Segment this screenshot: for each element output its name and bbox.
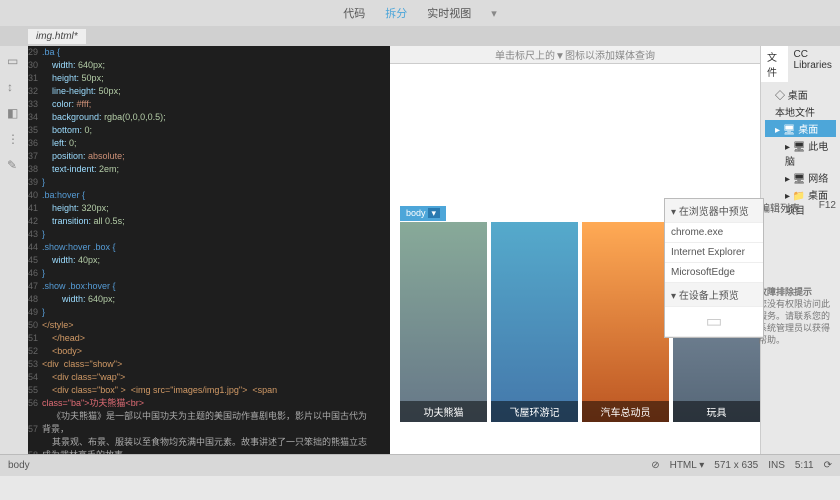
view-live[interactable]: 实时视图 xyxy=(427,5,471,21)
thumb-item[interactable]: 汽车总动员 xyxy=(582,222,669,422)
document-tabs: img.html* xyxy=(0,26,840,46)
tool-strip: ▭ ↕ ◧ ⋮ ✎ xyxy=(0,46,28,454)
element-tag[interactable]: body▾ xyxy=(400,206,446,221)
tree-node[interactable]: ▸ 🖥 此电脑 xyxy=(765,137,836,169)
panel-tabs: 文件 CC Libraries xyxy=(761,46,840,82)
tree-dropdown[interactable]: ◇ 桌面 xyxy=(765,86,836,103)
view-code[interactable]: 代码 xyxy=(343,5,365,21)
shortcut-label: F12 xyxy=(819,200,836,211)
status-bar: body ⊘ HTML ▾ 571 x 635 INS 5:11 ⟳ xyxy=(0,454,840,476)
chevron-down-icon[interactable]: ▾ xyxy=(428,208,441,218)
popup-section[interactable]: ▾ 在设备上预览 xyxy=(665,283,763,307)
troubleshoot-tip: 故障排除提示 您没有权限访问此服务。请联系您的系统管理员以获得帮助。 xyxy=(758,286,836,346)
view-split[interactable]: 拆分 xyxy=(385,5,407,21)
popup-section[interactable]: ▾ 在浏览器中预览 xyxy=(665,199,763,223)
tree-header: 本地文件 xyxy=(765,103,836,120)
status-sync-icon[interactable]: ⟳ xyxy=(824,460,832,471)
tool-icon[interactable]: ◧ xyxy=(7,106,21,120)
tool-icon[interactable]: ✎ xyxy=(7,158,21,172)
document-tab[interactable]: img.html* xyxy=(28,29,86,44)
tool-icon[interactable]: ▭ xyxy=(7,54,21,68)
popup-item[interactable]: Internet Explorer xyxy=(665,243,763,263)
status-ins: INS xyxy=(768,460,785,471)
ruler[interactable]: 单击标尺上的▼图标以添加媒体查询 xyxy=(390,46,760,64)
view-dropdown-icon[interactable]: ▾ xyxy=(491,7,497,20)
tool-icon[interactable]: ⋮ xyxy=(7,132,21,146)
edit-list-link[interactable]: 编辑列表 xyxy=(760,200,800,215)
files-panel: 文件 CC Libraries ◇ 桌面 本地文件 ▸ 🖥 桌面 ▸ 🖥 此电脑… xyxy=(760,46,840,454)
status-size: 571 x 635 xyxy=(714,460,758,471)
tool-icon[interactable]: ↕ xyxy=(7,80,21,94)
tree-node[interactable]: ▸ 🖥 网络 xyxy=(765,169,836,186)
device-icon: ▭ xyxy=(665,307,763,337)
line-gutter: 2930313233343536373839404142434445464748… xyxy=(28,46,42,454)
thumb-item[interactable]: 飞屋环游记 xyxy=(491,222,578,422)
popup-item[interactable]: chrome.exe xyxy=(665,223,763,243)
tree-node[interactable]: ▸ 🖥 桌面 xyxy=(765,120,836,137)
tab-files[interactable]: 文件 xyxy=(761,46,788,82)
ruler-hint: 单击标尺上的▼图标以添加媒体查询 xyxy=(495,47,655,62)
status-lang[interactable]: HTML ▾ xyxy=(670,460,705,471)
code-editor[interactable]: 2930313233343536373839404142434445464748… xyxy=(28,46,390,454)
tab-cc[interactable]: CC Libraries xyxy=(788,46,840,82)
code-content[interactable]: .ba { width: 640px; height: 50px; line-h… xyxy=(42,46,390,454)
preview-popup: ▾ 在浏览器中预览 chrome.exe Internet Explorer M… xyxy=(664,198,764,338)
status-linecol: 5:11 xyxy=(795,460,814,471)
status-errors-icon[interactable]: ⊘ xyxy=(651,460,659,471)
view-tabs: 代码 拆分 实时视图 ▾ xyxy=(0,0,840,26)
tag-selector[interactable]: body xyxy=(8,460,30,471)
popup-item[interactable]: MicrosoftEdge xyxy=(665,263,763,283)
thumb-item[interactable]: 功夫熊猫 xyxy=(400,222,487,422)
